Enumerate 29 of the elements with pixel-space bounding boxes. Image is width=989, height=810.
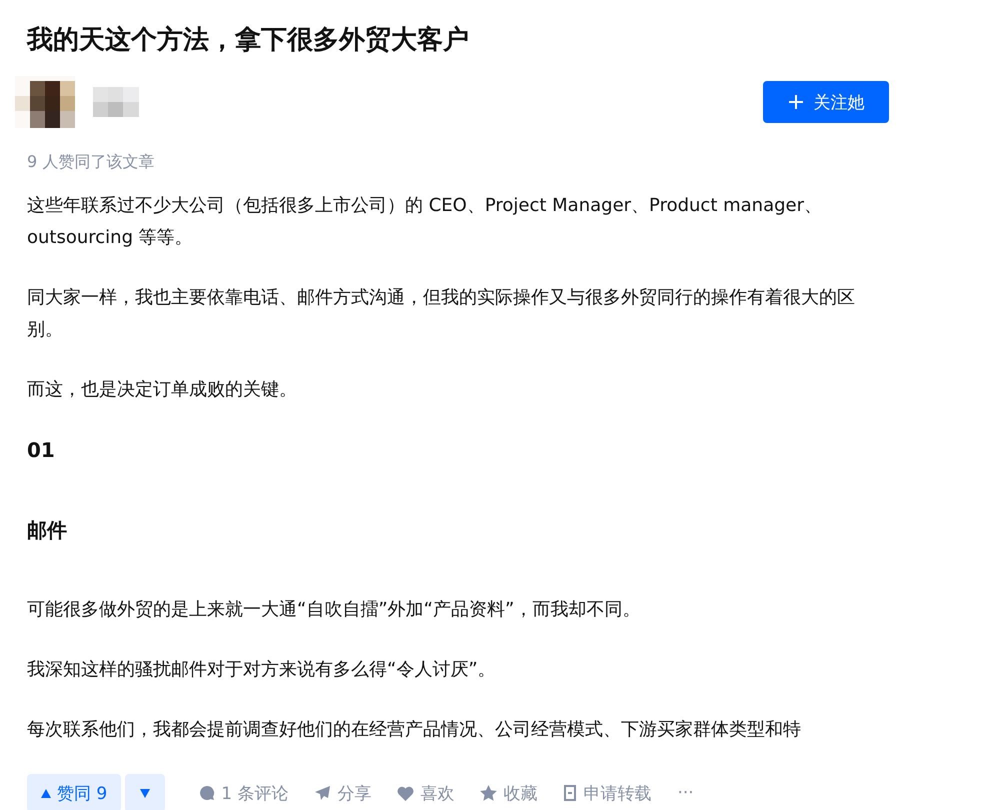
comment-button[interactable]: 1 条评论: [199, 782, 288, 804]
document-icon: [563, 785, 578, 801]
paragraph: 每次联系他们，我都会提前调查好他们的在经营产品情况、公司经营模式、下游买家群体类型和特: [27, 718, 802, 742]
reprint-button[interactable]: 申请转载: [563, 782, 652, 804]
star-icon: [480, 785, 498, 801]
section-heading: 01: [27, 437, 56, 464]
triangle-up-icon: [41, 788, 51, 798]
follow-button[interactable]: 关注她: [763, 81, 889, 123]
heart-icon: [397, 786, 414, 800]
more-button[interactable]: ···: [677, 782, 694, 804]
paper-plane-icon: [314, 785, 332, 801]
paragraph: 可能很多做外贸的是上来就一大通“自吹自擂”外加“产品资料”，而我却不同。: [27, 598, 642, 622]
paragraph: 而这，也是决定订单成败的关键。: [27, 378, 298, 402]
paragraph: 这些年联系过不少大公司（包括很多上市公司）的 CEO、Project Manager、Product manager、outsourcing 等等。: [27, 194, 824, 250]
downvote-button[interactable]: [125, 774, 166, 810]
triangle-down-icon: [140, 788, 150, 798]
paragraph: 我深知这样的骚扰邮件对于对方来说有多么得“令人讨厌”。: [27, 658, 497, 682]
favorite-button[interactable]: 收藏: [480, 782, 538, 804]
speech-bubble-icon: [199, 785, 216, 801]
plus-icon: [788, 94, 804, 110]
upvote-summary: 9 人赞同了该文章: [27, 151, 156, 173]
section-heading: 邮件: [27, 517, 68, 544]
upvote-button[interactable]: 赞同 9: [27, 774, 122, 810]
article-title: 我的天这个方法，拿下很多外贸大客户: [27, 24, 470, 57]
blurred-name: [93, 87, 139, 117]
paragraph: 同大家一样，我也主要依靠电话、邮件方式沟通，但我的实际操作又与很多外贸同行的操作有着很大的区别。: [27, 286, 856, 342]
like-button[interactable]: 喜欢: [397, 782, 454, 804]
avatar: [15, 76, 75, 128]
share-button[interactable]: 分享: [314, 782, 372, 804]
